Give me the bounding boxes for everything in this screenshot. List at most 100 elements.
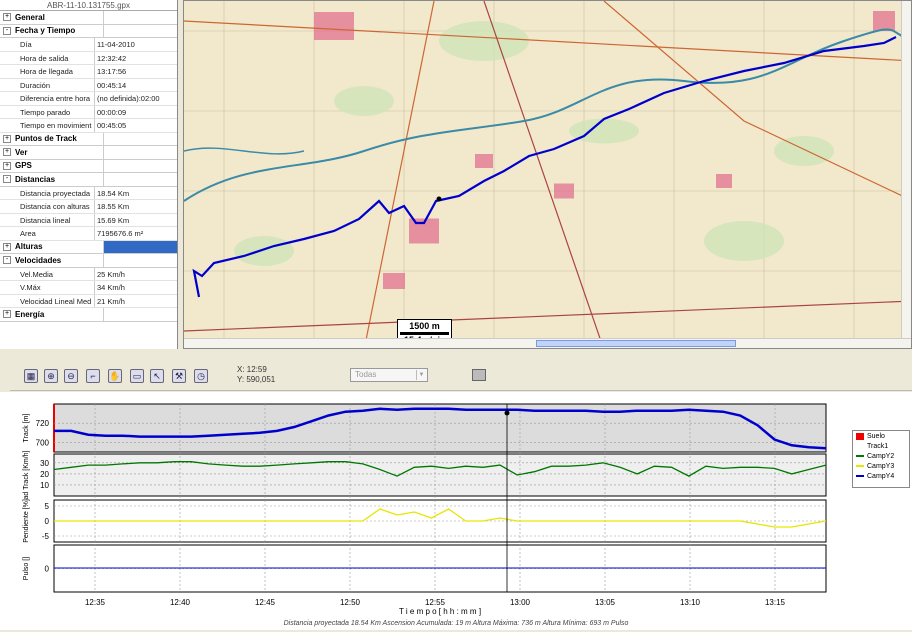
x-tick-label: 13:15: [765, 598, 786, 607]
map-background: [184, 1, 911, 348]
coord-y: Y: 590,051: [237, 375, 276, 384]
filter-dropdown[interactable]: Todas ▼: [350, 368, 428, 382]
chevron-down-icon[interactable]: ▼: [416, 370, 426, 380]
property-row[interactable]: Distancia con alturas 18.55 Km: [0, 200, 177, 214]
hand-icon[interactable]: ✋: [108, 369, 122, 383]
zoom-out-icon[interactable]: ⊖: [64, 369, 78, 383]
expand-icon[interactable]: +: [3, 310, 11, 319]
legend-label: CampY3: [867, 462, 895, 470]
y-tick-label: 700: [36, 438, 50, 447]
town-area: [873, 11, 895, 31]
section-fecha-y-tiempo[interactable]: - Fecha y Tiempo: [0, 24, 177, 38]
expand-icon[interactable]: +: [3, 148, 11, 157]
property-key: Día: [0, 38, 95, 51]
legend-item: Track1: [853, 441, 909, 451]
property-key: Vel.Media: [0, 267, 95, 280]
collapse-icon[interactable]: -: [3, 26, 11, 35]
x-tick-label: 12:50: [340, 598, 361, 607]
collapse-icon[interactable]: -: [3, 175, 11, 184]
property-key: Hora de llegada: [0, 65, 95, 78]
property-value: 7195676.6 m²: [97, 229, 144, 238]
profile-chart[interactable]: 12:35 12:40 12:45 12:50 12:55 13:00 13:05 13:10…: [0, 392, 912, 630]
property-key: V.Máx: [0, 281, 95, 294]
section-distancias[interactable]: - Distancias: [0, 173, 177, 187]
map-horizontal-scrollbar[interactable]: [184, 338, 911, 348]
property-value: 34 Km/h: [97, 283, 125, 292]
property-key: Tiempo parado: [0, 105, 95, 118]
property-row[interactable]: Duración 00:45:14: [0, 78, 177, 92]
property-row[interactable]: Tiempo en movimient 00:45:05: [0, 119, 177, 133]
property-key: Hora de salida: [0, 51, 95, 64]
section-value[interactable]: [103, 173, 177, 186]
section-ver[interactable]: + Ver: [0, 146, 177, 160]
y-tick-label: 0: [45, 517, 50, 526]
topographic-map[interactable]: [184, 1, 912, 349]
x-tick-label: 12:45: [255, 598, 276, 607]
section-label: Energía: [15, 309, 45, 319]
map-scroll-thumb[interactable]: [536, 340, 736, 347]
filter-value: Todas: [355, 370, 377, 379]
section-label: General: [15, 12, 45, 22]
section-value[interactable]: [103, 240, 177, 253]
map-view[interactable]: 1500 m 15.4m/pix: [183, 0, 912, 349]
section-value[interactable]: [103, 254, 177, 267]
crop-icon[interactable]: ⌐: [86, 369, 100, 383]
time-icon[interactable]: ◷: [194, 369, 208, 383]
property-value: 25 Km/h: [97, 269, 125, 279]
property-row[interactable]: Día 11-04-2010: [0, 38, 177, 52]
track-cursor-marker: [436, 196, 442, 202]
section-value[interactable]: [103, 24, 177, 37]
property-row[interactable]: Velocidad Lineal Med 21 Km/h: [0, 294, 177, 308]
profile-icon[interactable]: ▦: [24, 369, 38, 383]
expand-icon[interactable]: +: [3, 13, 11, 22]
property-value: 18.55 Km: [97, 202, 130, 211]
print-icon[interactable]: [472, 369, 486, 381]
property-row[interactable]: Distancia proyectada 18.54 Km: [0, 186, 177, 200]
section-value[interactable]: [103, 159, 177, 172]
property-row[interactable]: Diferencia entre hora (no definida):02:00: [0, 92, 177, 106]
x-tick-label: 12:35: [85, 598, 106, 607]
section-label: GPS: [15, 161, 32, 171]
cursor-coordinates: X: 12:59 Y: 590,051: [237, 365, 275, 385]
property-row[interactable]: V.Máx 34 Km/h: [0, 281, 177, 295]
map-vertical-scrollbar[interactable]: [901, 1, 911, 348]
section-label: Ver: [15, 147, 28, 157]
section-value[interactable]: [103, 132, 177, 145]
section-velocidades[interactable]: - Velocidades: [0, 254, 177, 268]
property-row[interactable]: Area 7195676.6 m²: [0, 227, 177, 241]
expand-icon[interactable]: +: [3, 161, 11, 170]
legend-swatch: [856, 455, 864, 457]
property-row[interactable]: Hora de salida 12:32:42: [0, 51, 177, 65]
select-icon[interactable]: ▭: [130, 369, 144, 383]
y-axis-label: Pendiente [%]: [23, 499, 30, 543]
section-gps[interactable]: + GPS: [0, 159, 177, 173]
section-general[interactable]: + General: [0, 11, 177, 25]
legend-swatch: [856, 445, 864, 447]
splitter[interactable]: [0, 349, 912, 361]
town-area: [554, 183, 574, 199]
expand-icon[interactable]: +: [3, 134, 11, 143]
expand-icon[interactable]: +: [3, 242, 11, 251]
property-row[interactable]: Hora de llegada 13:17:56: [0, 65, 177, 79]
property-row[interactable]: Vel.Media 25 Km/h: [0, 267, 177, 281]
section-puntos-de-track[interactable]: + Puntos de Track: [0, 132, 177, 146]
property-row[interactable]: Distancia lineal 15.69 Km: [0, 213, 177, 227]
section-label: Velocidades: [15, 255, 62, 265]
point-icon[interactable]: ↖: [150, 369, 164, 383]
property-value: 21 Km/h: [97, 296, 125, 306]
y-axis-label: Track [m]: [23, 413, 30, 442]
x-tick-label: 12:55: [425, 598, 446, 607]
section-value[interactable]: [103, 308, 177, 321]
legend-label: CampY2: [867, 452, 895, 460]
collapse-icon[interactable]: -: [3, 256, 11, 265]
section-value[interactable]: [103, 11, 177, 24]
legend-label: Suelo: [867, 432, 885, 440]
zoom-in-icon[interactable]: ⊕: [44, 369, 58, 383]
legend-item: Suelo: [853, 431, 909, 441]
calculate-icon[interactable]: ⚒: [172, 369, 186, 383]
profile-chart-svg[interactable]: 12:35 12:40 12:45 12:50 12:55 13:00 13:05 13:10…: [0, 392, 912, 630]
section-value[interactable]: [103, 146, 177, 159]
section-energ-a[interactable]: + Energía: [0, 308, 177, 322]
section-alturas[interactable]: + Alturas: [0, 240, 177, 254]
property-row[interactable]: Tiempo parado 00:00:09: [0, 105, 177, 119]
